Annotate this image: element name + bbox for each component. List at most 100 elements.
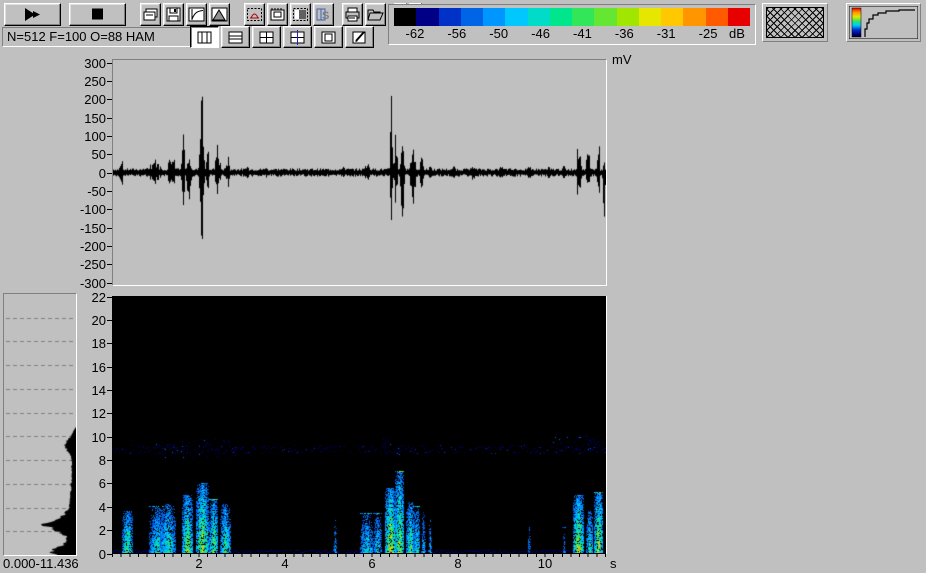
spectrum-display-button[interactable] [209, 3, 230, 26]
color-swatch-15 [728, 8, 750, 26]
time-unit-label: s [610, 556, 617, 571]
spectrogram-y-tick-label: 20 [60, 313, 106, 328]
single-box-icon [320, 30, 337, 45]
layout-vertical-button[interactable] [190, 26, 219, 48]
edit-pencil-icon [351, 30, 368, 45]
section-fill-icon [292, 7, 309, 22]
scale-tick-label: -62 [394, 26, 436, 42]
curve-icon [188, 7, 205, 22]
hatch-pattern-icon [766, 7, 824, 38]
spectrogram-y-tick-label: 14 [60, 383, 106, 398]
color-swatch-1 [416, 8, 438, 26]
spectrogram-y-tick-label: 10 [60, 430, 106, 445]
section-marker-button[interactable] [244, 3, 265, 26]
section-ticks-icon [269, 7, 286, 22]
spectrogram-y-tick-label: 22 [60, 290, 106, 305]
print-button[interactable] [342, 3, 363, 26]
transfer-curve-panel [846, 3, 921, 42]
scale-tick-label: -41 [562, 26, 604, 42]
waveform-y-tick-label: 300 [60, 56, 106, 71]
average-spectrum-canvas[interactable] [4, 294, 76, 555]
average-spectrum-panel[interactable] [3, 293, 77, 556]
waveform-unit-label: mV [612, 52, 632, 67]
waveform-y-tick-label: -250 [60, 257, 106, 272]
waveform-y-tick-label: -50 [60, 184, 106, 199]
layout-single-button[interactable] [314, 26, 343, 48]
grid-horizontal-icon [227, 30, 244, 45]
waveform-y-tick-label: 100 [60, 129, 106, 144]
waveform-y-tick-label: -100 [60, 202, 106, 217]
scale-unit-label: dB [729, 26, 755, 42]
color-swatch-12 [661, 8, 683, 26]
color-scale-labels: -62-56-50-46-41-36-31-25dB [394, 26, 755, 42]
color-swatch-3 [461, 8, 483, 26]
layout-grid-button[interactable] [252, 26, 281, 48]
color-swatch-14 [706, 8, 728, 26]
spectrogram-x-tick-label: 4 [273, 556, 297, 571]
waveform-y-tick-label: -200 [60, 239, 106, 254]
scale-tick-label: -56 [436, 26, 478, 42]
layout-grid-cursor-button[interactable] [283, 26, 312, 48]
open-folder-icon [367, 7, 384, 22]
pages-icon [142, 7, 159, 22]
spectrogram-plot[interactable] [112, 296, 607, 554]
waveform-y-tick-label: -150 [60, 221, 106, 236]
section-fill-button[interactable] [290, 3, 311, 26]
open-file-button[interactable] [365, 3, 386, 26]
floppy-icon [165, 7, 182, 22]
color-swatch-7 [550, 8, 572, 26]
spectrogram-y-tick-label: 18 [60, 336, 106, 351]
spectrogram-x-tick-label: 8 [446, 556, 470, 571]
color-swatch-5 [505, 8, 527, 26]
spectrogram-y-tick-label: 6 [60, 476, 106, 491]
layout-horizontal-button[interactable] [221, 26, 250, 48]
toolbar-row-2 [190, 26, 374, 48]
waveform-y-tick-label: 50 [60, 147, 106, 162]
section-ruler-button[interactable] [267, 3, 288, 26]
color-swatch-13 [683, 8, 705, 26]
scale-tick-label: -46 [520, 26, 562, 42]
spectrogram-y-tick-label: 0 [60, 547, 106, 562]
grid-cross-icon [258, 30, 275, 45]
app-window: S N=512 F=100 O=88 HAM -62-56-50-46-41-3… [0, 0, 926, 573]
svg-text:S: S [322, 10, 329, 22]
color-swatch-8 [572, 8, 594, 26]
spectrogram-y-tick-label: 12 [60, 406, 106, 421]
waveform-y-tick-label: 250 [60, 74, 106, 89]
scale-tick-label: -25 [687, 26, 729, 42]
color-scale-panel: -62-56-50-46-41-36-31-25dB [388, 4, 756, 45]
spectrogram-x-tick-label: 6 [360, 556, 384, 571]
curve-display-button[interactable] [186, 3, 207, 26]
color-scale-gradient [394, 8, 750, 26]
peak-icon [211, 7, 228, 22]
color-swatch-4 [483, 8, 505, 26]
section-red-icon [246, 7, 263, 22]
spectrogram-x-tick-label: 10 [533, 556, 557, 571]
spectrogram-y-tick-label: 8 [60, 453, 106, 468]
color-swatch-2 [439, 8, 461, 26]
waveform-plot[interactable] [112, 59, 607, 286]
stop-button[interactable] [69, 3, 126, 26]
spectrogram-y-tick-label: 2 [60, 523, 106, 538]
waveform-y-tick-label: 150 [60, 111, 106, 126]
fft-status-box: N=512 F=100 O=88 HAM [2, 27, 191, 47]
waveform-y-tick-label: -300 [60, 276, 106, 291]
waveform-canvas[interactable] [113, 60, 606, 285]
stop-icon [89, 7, 106, 22]
edit-button[interactable] [345, 26, 374, 48]
spectrogram-y-tick-label: 16 [60, 360, 106, 375]
scale-tick-label: -31 [645, 26, 687, 42]
play-icon [24, 7, 41, 22]
fft-status-text: N=512 F=100 O=88 HAM [7, 29, 155, 44]
grid-vertical-icon [196, 30, 213, 45]
scale-tick-label: -50 [478, 26, 520, 42]
toolbar-row-1: S [4, 3, 422, 26]
scroll-lock-button[interactable]: S [313, 3, 334, 26]
color-swatch-11 [639, 8, 661, 26]
spectrogram-canvas[interactable] [112, 296, 606, 553]
save-button[interactable] [163, 3, 184, 26]
color-swatch-9 [594, 8, 616, 26]
waveform-y-tick-label: 0 [60, 166, 106, 181]
play-button[interactable] [4, 3, 61, 26]
copy-display-button[interactable] [140, 3, 161, 26]
